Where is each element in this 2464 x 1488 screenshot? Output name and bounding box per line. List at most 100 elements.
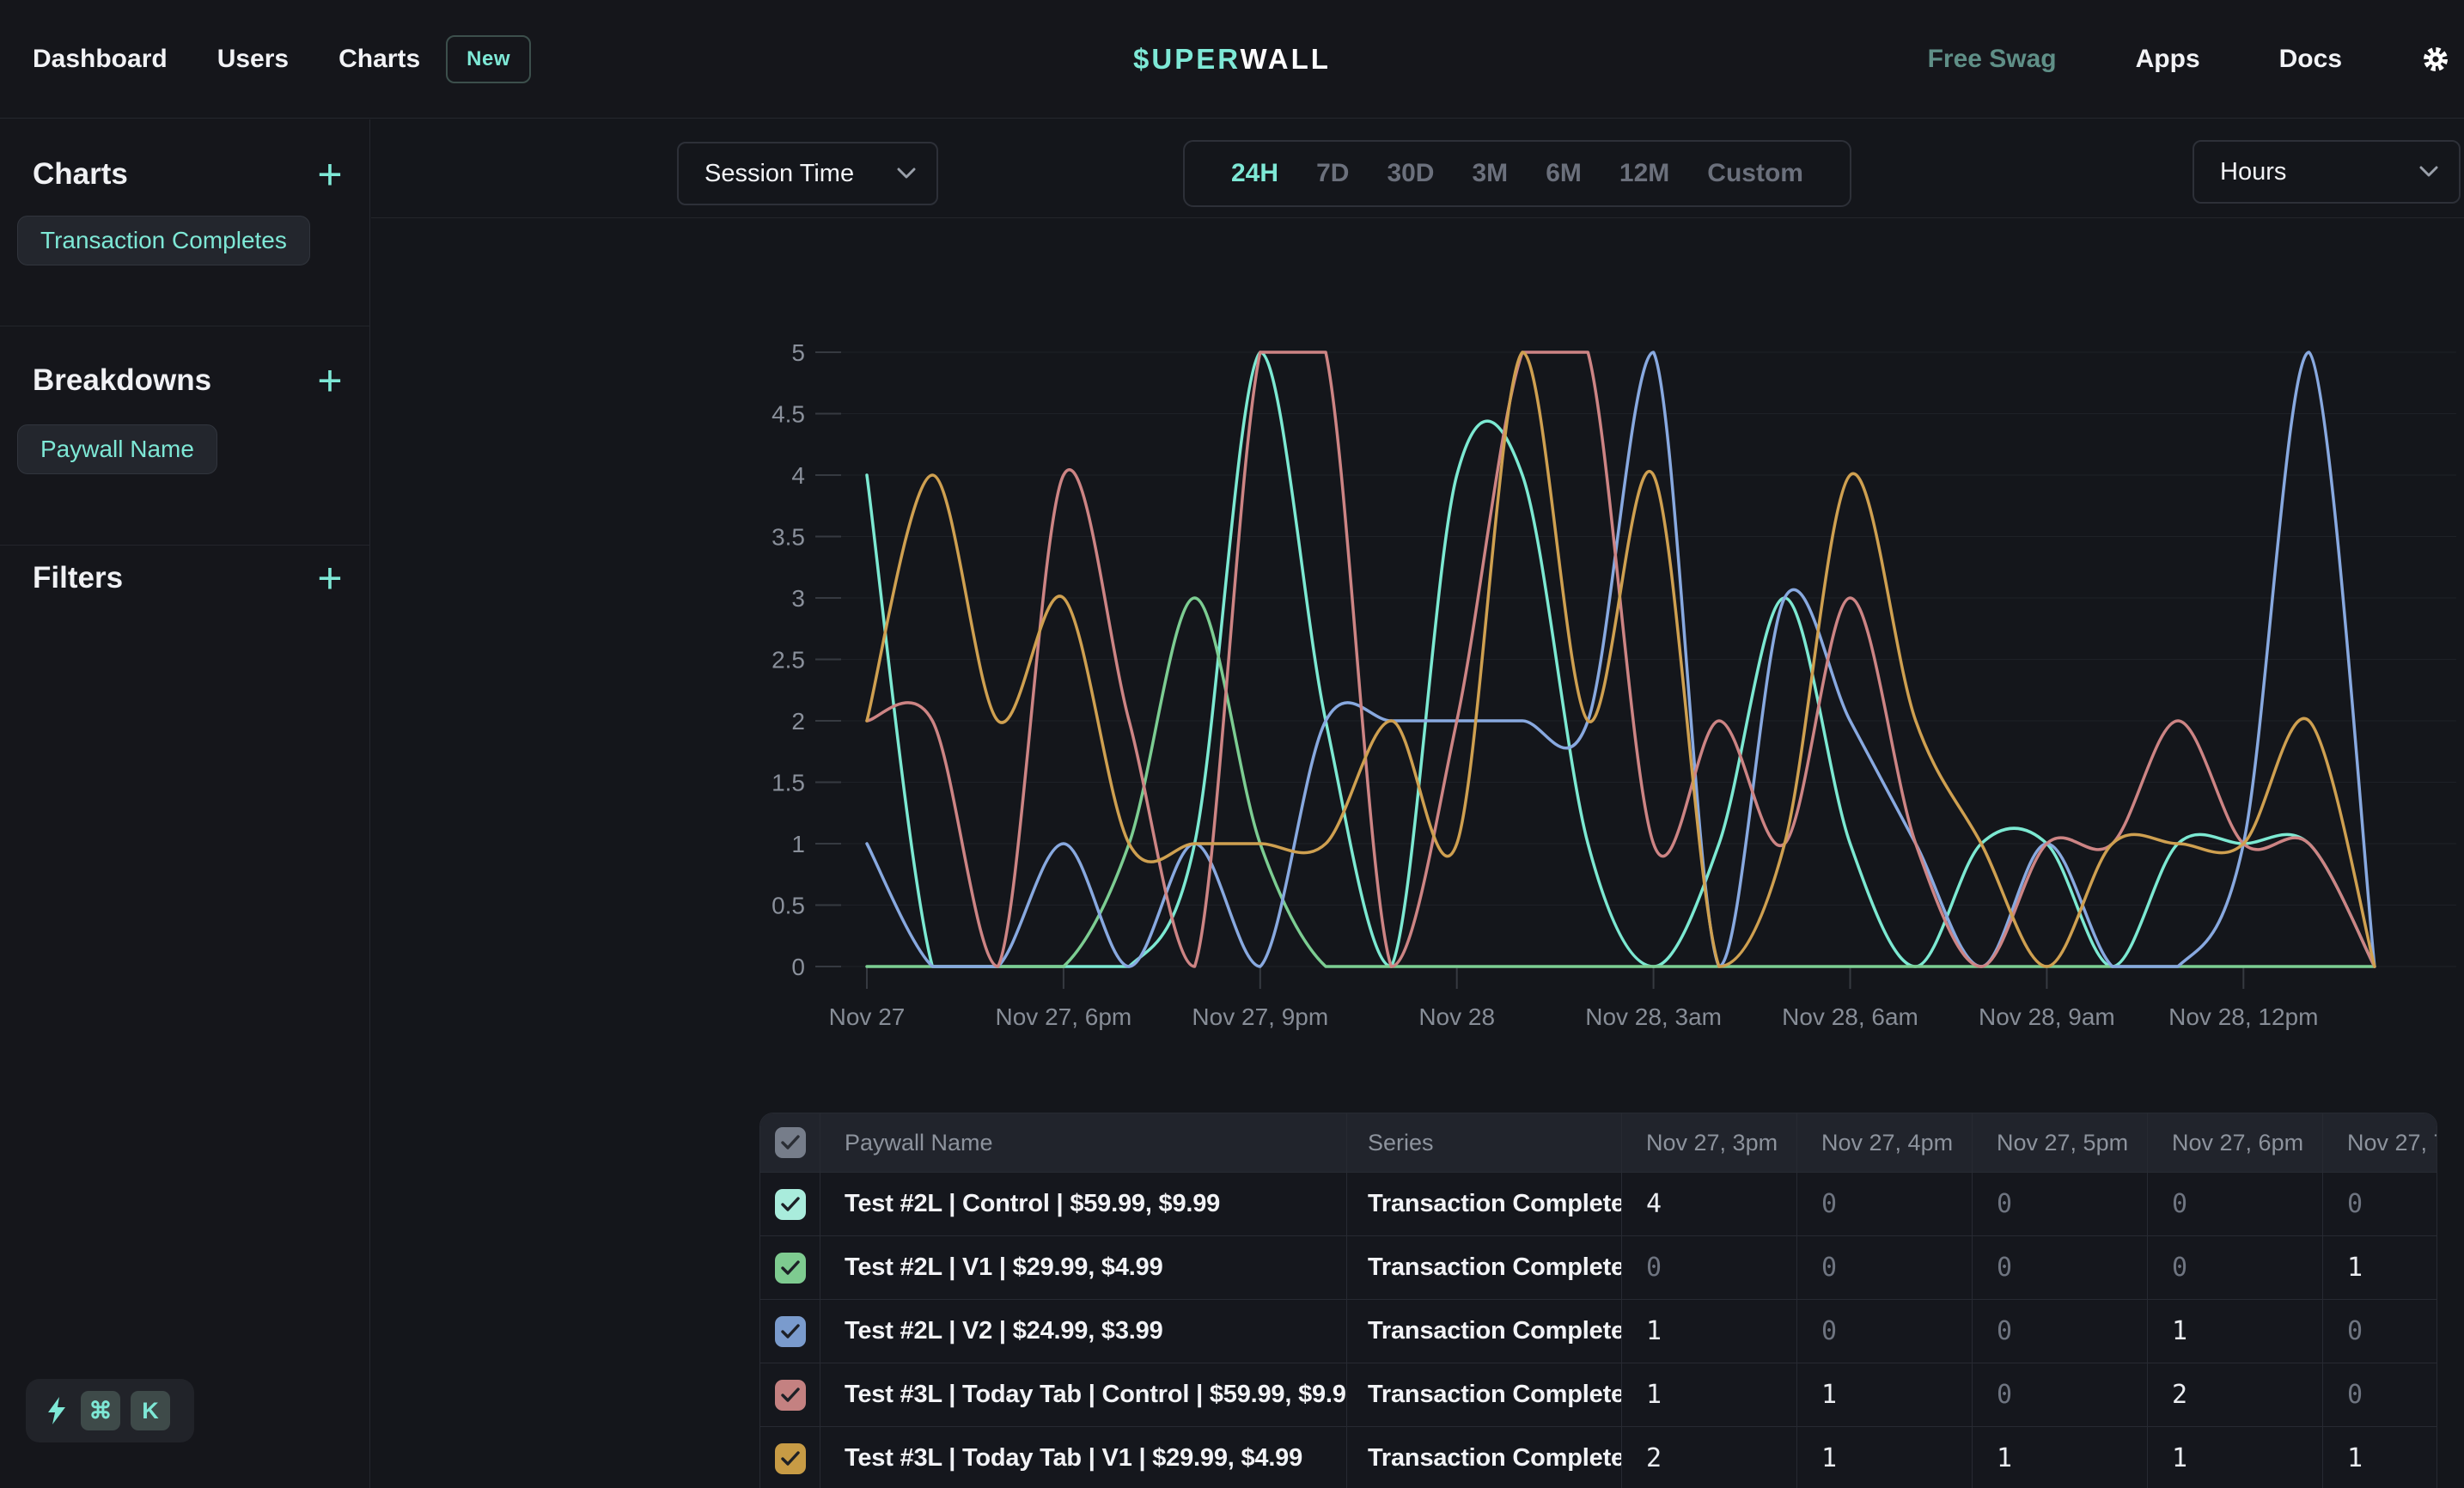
checkmark-icon bbox=[781, 1387, 800, 1403]
row-checkbox[interactable] bbox=[775, 1316, 806, 1347]
add-breakdown-button[interactable]: + bbox=[311, 363, 349, 401]
y-tick-label: 2.5 bbox=[772, 647, 805, 674]
nav-right: Free Swag Apps Docs bbox=[1928, 45, 2464, 74]
series-cell: Transaction Completes bbox=[1347, 1173, 1622, 1235]
series-cell: Transaction Completes bbox=[1347, 1300, 1622, 1363]
sidebar-section-title-breakdowns: Breakdowns bbox=[33, 363, 211, 398]
table-header-paywall-name: Paywall Name bbox=[820, 1113, 1347, 1172]
checkmark-icon bbox=[781, 1451, 800, 1467]
range-tab-7d[interactable]: 7D bbox=[1316, 159, 1349, 188]
table-row: Test #3L | Today Tab | Control | $59.99,… bbox=[760, 1363, 2437, 1426]
table-row: Test #2L | Control | $59.99, $9.99Transa… bbox=[760, 1172, 2437, 1235]
paywall-name-cell: Test #2L | V1 | $29.99, $4.99 bbox=[820, 1236, 1347, 1299]
sidebar-section-title-charts: Charts bbox=[33, 157, 128, 192]
top-nav: Dashboard Users Charts New $UPERWALL Fre… bbox=[0, 0, 2464, 119]
value-cell-3: 0 bbox=[2148, 1236, 2323, 1299]
value-cell-3: 1 bbox=[2148, 1427, 2323, 1488]
value-cell-2: 0 bbox=[1973, 1173, 2148, 1235]
value-cell-2: 0 bbox=[1973, 1236, 2148, 1299]
metric-select-value: Session Time bbox=[679, 160, 854, 188]
x-tick-label: Nov 28, 9am bbox=[1979, 1003, 2115, 1030]
sidebar-section-title-filters: Filters bbox=[33, 561, 123, 595]
value-cell-1: 1 bbox=[1797, 1363, 1973, 1426]
range-tab-12m[interactable]: 12M bbox=[1619, 159, 1669, 188]
x-tick-label: Nov 27, 9pm bbox=[1192, 1003, 1328, 1030]
table-header-time-1: Nov 27, 4pm bbox=[1797, 1113, 1973, 1172]
x-tick-label: Nov 28, 6am bbox=[1782, 1003, 1918, 1030]
add-filter-button[interactable]: + bbox=[311, 561, 349, 599]
range-tab-custom[interactable]: Custom bbox=[1707, 159, 1803, 188]
row-checkbox[interactable] bbox=[775, 1443, 806, 1474]
range-tab-30d[interactable]: 30D bbox=[1387, 159, 1434, 188]
checkmark-icon bbox=[781, 1260, 800, 1276]
superwall-logo[interactable]: $UPERWALL bbox=[1133, 43, 1331, 76]
y-tick-label: 5 bbox=[791, 339, 805, 366]
y-tick-label: 2 bbox=[791, 708, 805, 735]
value-cell-0: 2 bbox=[1622, 1427, 1797, 1488]
row-checkbox[interactable] bbox=[775, 1189, 806, 1220]
logo-suffix: WALL bbox=[1240, 43, 1330, 75]
chevron-down-icon bbox=[897, 168, 916, 180]
chart-pill-transaction-completes[interactable]: Transaction Completes bbox=[17, 216, 310, 265]
nav-left: Dashboard Users Charts New bbox=[0, 35, 531, 83]
row-checkbox[interactable] bbox=[775, 1253, 806, 1284]
metric-select[interactable]: Session Time bbox=[677, 142, 938, 205]
row-checkbox-cell bbox=[760, 1173, 820, 1235]
value-cell-1: 0 bbox=[1797, 1300, 1973, 1363]
add-chart-button[interactable]: + bbox=[311, 157, 349, 195]
series-cell: Transaction Completes bbox=[1347, 1236, 1622, 1299]
logo-prefix: $UPER bbox=[1133, 43, 1240, 75]
nav-item-charts[interactable]: Charts bbox=[338, 45, 420, 74]
value-cell-2: 0 bbox=[1973, 1300, 2148, 1363]
row-checkbox-cell bbox=[760, 1363, 820, 1426]
table-row: Test #2L | V1 | $29.99, $4.99Transaction… bbox=[760, 1235, 2437, 1299]
row-checkbox[interactable] bbox=[775, 1380, 806, 1411]
range-tab-6m[interactable]: 6M bbox=[1546, 159, 1582, 188]
select-all-checkbox[interactable] bbox=[775, 1127, 806, 1158]
table-row: Test #3L | Today Tab | V1 | $29.99, $4.9… bbox=[760, 1426, 2437, 1488]
sidebar-divider bbox=[0, 545, 370, 546]
table-row: Test #2L | V2 | $24.99, $3.99Transaction… bbox=[760, 1299, 2437, 1363]
breakdown-table: Paywall NameSeriesNov 27, 3pmNov 27, 4pm… bbox=[759, 1113, 2437, 1488]
range-tab-3m[interactable]: 3M bbox=[1473, 159, 1509, 188]
paywall-name-cell: Test #2L | Control | $59.99, $9.99 bbox=[820, 1173, 1347, 1235]
command-palette-shortcut[interactable]: ⌘ K bbox=[26, 1379, 194, 1442]
nav-item-free-swag[interactable]: Free Swag bbox=[1928, 45, 2057, 74]
command-keycap: ⌘ bbox=[81, 1391, 120, 1430]
range-tab-24h[interactable]: 24H bbox=[1231, 159, 1278, 188]
value-cell-0: 1 bbox=[1622, 1300, 1797, 1363]
value-cell-0: 0 bbox=[1622, 1236, 1797, 1299]
nav-item-dashboard[interactable]: Dashboard bbox=[33, 45, 168, 74]
x-tick-label: Nov 28 bbox=[1418, 1003, 1495, 1030]
paywall-name-cell: Test #3L | Today Tab | V1 | $29.99, $4.9… bbox=[820, 1427, 1347, 1488]
settings-gear-icon[interactable] bbox=[2421, 45, 2450, 74]
value-cell-1: 1 bbox=[1797, 1427, 1973, 1488]
value-cell-3: 2 bbox=[2148, 1363, 2323, 1426]
nav-item-apps[interactable]: Apps bbox=[2136, 45, 2200, 74]
y-tick-label: 4.5 bbox=[772, 401, 805, 428]
x-tick-label: Nov 28, 3am bbox=[1585, 1003, 1722, 1030]
series-cell: Transaction Completes bbox=[1347, 1427, 1622, 1488]
breakdown-pill-paywall-name[interactable]: Paywall Name bbox=[17, 424, 217, 474]
nav-item-docs[interactable]: Docs bbox=[2279, 45, 2342, 74]
x-tick-label: Nov 27, 6pm bbox=[996, 1003, 1132, 1030]
k-keycap: K bbox=[131, 1391, 170, 1430]
unit-select-value: Hours bbox=[2194, 158, 2286, 186]
paywall-name-cell: Test #2L | V2 | $24.99, $3.99 bbox=[820, 1300, 1347, 1363]
nav-item-users[interactable]: Users bbox=[217, 45, 289, 74]
row-checkbox-cell bbox=[760, 1427, 820, 1488]
value-cell-4: 1 bbox=[2323, 1236, 2437, 1299]
x-tick-label: Nov 28, 12pm bbox=[2168, 1003, 2318, 1030]
y-tick-label: 3.5 bbox=[772, 524, 805, 551]
y-tick-label: 0 bbox=[791, 954, 805, 980]
y-tick-label: 0.5 bbox=[772, 893, 805, 919]
chevron-down-icon bbox=[2419, 166, 2438, 178]
table-header-time-2: Nov 27, 5pm bbox=[1973, 1113, 2148, 1172]
row-checkbox-cell bbox=[760, 1236, 820, 1299]
table-header-time-4: Nov 27, 7pm bbox=[2323, 1113, 2437, 1172]
new-badge: New bbox=[446, 35, 531, 83]
unit-select[interactable]: Hours bbox=[2193, 140, 2461, 204]
y-tick-label: 4 bbox=[791, 462, 805, 489]
checkmark-icon bbox=[781, 1135, 800, 1150]
nav-charts-group: Charts New bbox=[338, 35, 531, 83]
